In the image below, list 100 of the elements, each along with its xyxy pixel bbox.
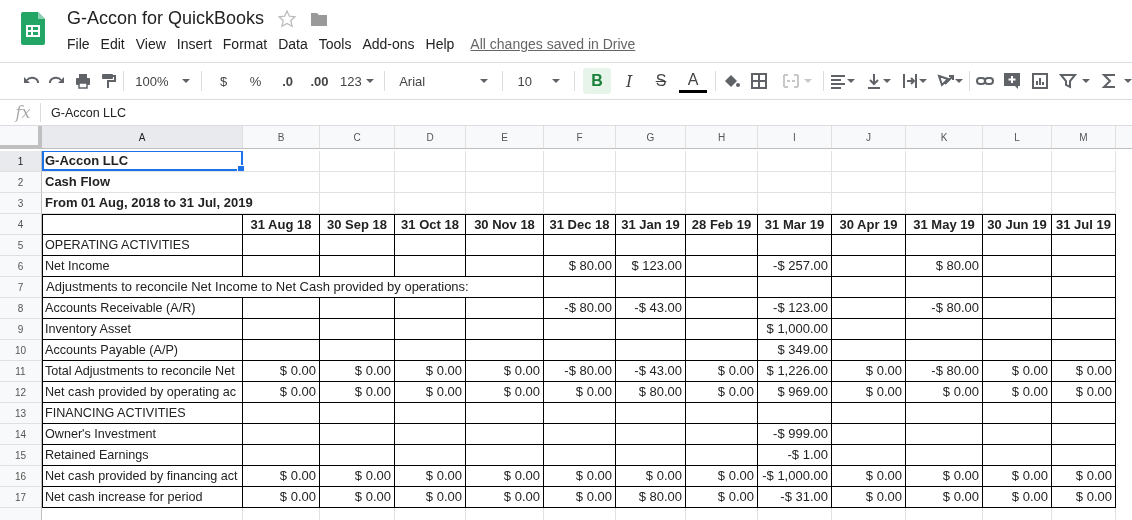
menu-item[interactable]: Add-ons — [357, 34, 420, 54]
table-cell: $ 0.00 — [395, 466, 466, 487]
row-header[interactable]: 5 — [0, 235, 42, 256]
text-wrap-icon[interactable] — [900, 72, 919, 90]
row-header[interactable]: 6 — [0, 256, 42, 277]
row-header[interactable]: 9 — [0, 319, 42, 340]
table-cell: $ 0.00 — [906, 382, 983, 403]
table-cell — [544, 193, 616, 214]
table-cell: $ 0.00 — [832, 487, 906, 508]
table-cell — [544, 235, 616, 256]
row-header[interactable]: 1 — [0, 151, 42, 172]
caret-icon[interactable] — [365, 79, 374, 83]
column-header[interactable]: M — [1052, 126, 1116, 148]
column-header[interactable]: I — [758, 126, 832, 148]
column-header[interactable]: A — [42, 126, 243, 148]
chart-icon[interactable] — [1030, 72, 1049, 90]
font-dropdown[interactable]: Arial — [393, 68, 495, 94]
row-header[interactable]: 2 — [0, 172, 42, 193]
row-header[interactable]: 11 — [0, 361, 42, 382]
menu-item[interactable]: Insert — [171, 34, 217, 54]
column-header[interactable]: B — [243, 126, 320, 148]
menu-item[interactable]: Data — [273, 34, 313, 54]
caret-icon[interactable] — [1082, 79, 1091, 83]
column-header[interactable]: K — [906, 126, 983, 148]
table-cell: Accounts Payable (A/P) — [42, 340, 243, 361]
add-comment-icon[interactable] — [1003, 72, 1022, 90]
caret-icon[interactable] — [480, 79, 489, 83]
row-header[interactable]: 10 — [0, 340, 42, 361]
column-header[interactable]: H — [686, 126, 758, 148]
table-cell: 30 Jun 19 — [983, 214, 1052, 235]
caret-icon[interactable] — [847, 79, 856, 83]
menu-item[interactable]: View — [130, 34, 171, 54]
row-header[interactable]: 3 — [0, 193, 42, 214]
caret-icon[interactable] — [1124, 79, 1132, 83]
borders-icon[interactable] — [749, 72, 768, 90]
caret-icon[interactable] — [552, 79, 561, 83]
caret-icon[interactable] — [918, 79, 927, 83]
formula-label: fx — [6, 103, 41, 122]
table-cell: -$ 123.00 — [758, 298, 832, 319]
more-formats-button[interactable]: 123 — [337, 68, 377, 94]
table-cell — [1052, 172, 1116, 193]
menu-item[interactable]: Format — [217, 34, 273, 54]
column-header[interactable]: D — [395, 126, 466, 148]
menu-item[interactable]: Help — [420, 34, 460, 54]
align-icon[interactable] — [829, 72, 848, 90]
document-title[interactable]: G-Accon for QuickBooks — [67, 8, 265, 29]
table-cell — [1052, 403, 1116, 424]
paint-format-icon[interactable] — [99, 72, 118, 90]
row-header[interactable]: 7 — [0, 277, 42, 298]
column-header[interactable]: G — [616, 126, 686, 148]
text-color-button[interactable]: A — [679, 69, 708, 93]
filter-icon[interactable] — [1058, 72, 1077, 90]
table-cell: Total Adjustments to reconcile Net — [42, 361, 243, 382]
table-cell — [544, 151, 616, 172]
strikethrough-button[interactable]: S — [647, 68, 676, 94]
print-icon[interactable] — [73, 72, 92, 90]
row-header[interactable]: 12 — [0, 382, 42, 403]
row-header[interactable]: 14 — [0, 424, 42, 445]
table-cell: $ 0.00 — [906, 487, 983, 508]
row-header[interactable]: 16 — [0, 466, 42, 487]
caret-icon[interactable] — [883, 79, 892, 83]
save-status-link[interactable]: All changes saved in Drive — [470, 36, 636, 52]
decrease-decimals-button[interactable]: .0 — [273, 68, 302, 94]
sheets-logo-icon[interactable] — [21, 12, 45, 45]
italic-button[interactable]: I — [615, 68, 644, 94]
column-header[interactable]: F — [544, 126, 616, 148]
row-header[interactable]: 15 — [0, 445, 42, 466]
table-cell — [395, 319, 466, 340]
row-header[interactable]: 4 — [0, 214, 42, 235]
increase-decimals-button[interactable]: .00 — [305, 68, 334, 94]
column-header[interactable]: E — [466, 126, 544, 148]
formula-field[interactable]: G-Accon LLC — [51, 105, 127, 120]
table-cell: $ 80.00 — [616, 382, 686, 403]
table-cell — [616, 424, 686, 445]
percent-button[interactable]: % — [241, 68, 270, 94]
column-header[interactable]: J — [832, 126, 906, 148]
star-icon[interactable] — [278, 9, 297, 28]
column-header[interactable]: L — [983, 126, 1052, 148]
column-header[interactable]: C — [320, 126, 395, 148]
row-header[interactable]: 17 — [0, 487, 42, 508]
bold-button[interactable]: B — [583, 68, 612, 94]
table-cell: $ 0.00 — [243, 361, 320, 382]
table-cell — [544, 172, 616, 193]
table-cell: $ 80.00 — [906, 256, 983, 277]
text-rotate-icon[interactable] — [936, 72, 955, 90]
table-cell: -$ 80.00 — [544, 361, 616, 382]
caret-icon[interactable] — [954, 79, 963, 83]
menu-item[interactable]: Edit — [95, 34, 130, 54]
row-header[interactable]: 8 — [0, 298, 42, 319]
font-size-dropdown[interactable]: 10 — [511, 68, 567, 94]
table-cell — [616, 151, 686, 172]
table-cell — [983, 277, 1052, 298]
table-cell — [395, 256, 466, 277]
zoom-dropdown[interactable]: 100% — [132, 68, 193, 94]
caret-icon[interactable] — [181, 79, 190, 83]
menu-item[interactable]: Tools — [313, 34, 357, 54]
row-header[interactable]: 13 — [0, 403, 42, 424]
menu-item[interactable]: File — [67, 34, 95, 54]
table-cell: FINANCING ACTIVITIES — [42, 403, 243, 424]
currency-button[interactable]: $ — [209, 68, 238, 94]
